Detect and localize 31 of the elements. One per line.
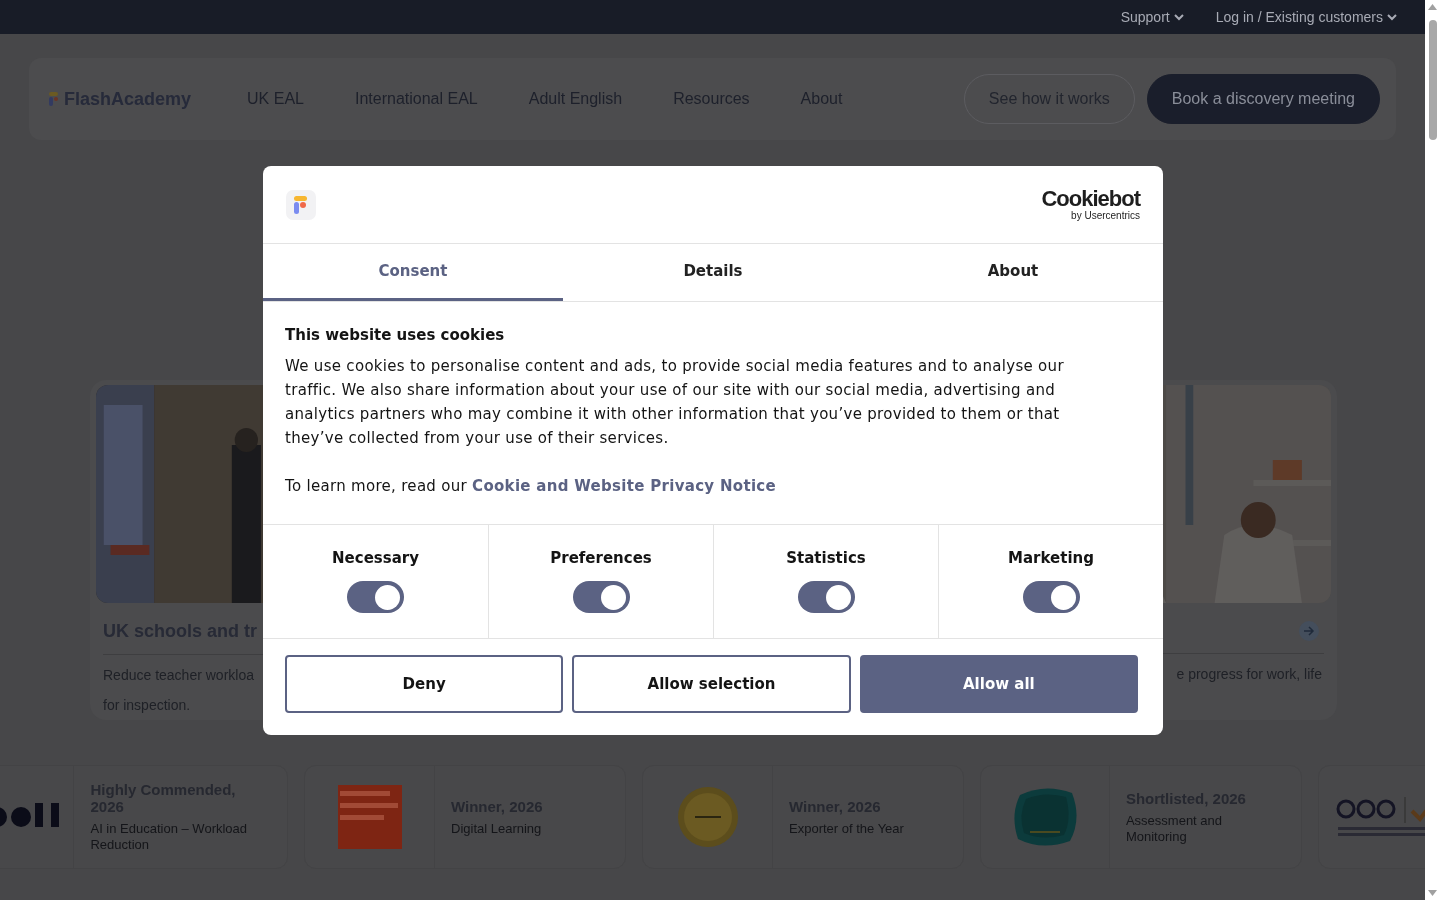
category-label: Statistics xyxy=(786,549,866,567)
top-link[interactable]: Support xyxy=(1120,9,1184,25)
app-logo-icon xyxy=(286,189,316,220)
top-link[interactable]: Log in / Existing customers xyxy=(1215,9,1397,25)
category-toggle[interactable] xyxy=(797,581,855,613)
brand-name: Cookiebot xyxy=(1041,188,1140,210)
award-logo xyxy=(337,785,402,849)
chevron-down-icon xyxy=(1387,13,1397,21)
arrow-right-icon[interactable] xyxy=(1299,621,1319,641)
category-label: Preferences xyxy=(550,549,652,567)
logo-icon xyxy=(49,92,58,106)
category-label: Necessary xyxy=(332,549,419,567)
category-toggle[interactable] xyxy=(572,581,630,613)
privacy-text: To learn more, read our Cookie and Website Privacy Notice xyxy=(285,476,777,497)
scroll-thumb[interactable] xyxy=(1428,20,1437,140)
award-logo xyxy=(676,786,739,848)
privacy-link[interactable]: Cookie and Website Privacy Notice xyxy=(472,477,776,495)
consent-button[interactable]: Allow all xyxy=(859,655,1138,713)
category-label: Marketing xyxy=(1008,549,1094,567)
book-meeting-button[interactable]: Book a discovery meeting xyxy=(1146,74,1380,124)
chevron-down-icon xyxy=(1173,13,1184,21)
scroll-down-icon[interactable] xyxy=(1428,890,1437,896)
consent-button[interactable]: Deny xyxy=(285,655,564,713)
dialog-heading: This website uses cookies xyxy=(285,326,506,344)
scrollbar[interactable] xyxy=(1425,0,1440,900)
consent-button[interactable]: Allow selection xyxy=(572,655,851,713)
dialog-text: We use cookies to personalise content and ads, to provide social media features and to analyse our traffic. We also share information about your use of our site with our social media, advertising and analytics partners who may combine it with other information that you’ve provided to them or that they’ve collected from your use of their services. xyxy=(285,356,1065,449)
category-toggle[interactable] xyxy=(347,581,404,613)
scroll-up-icon[interactable] xyxy=(1428,4,1437,10)
category-toggle[interactable] xyxy=(1022,581,1080,613)
brand-subtitle: by Usercentrics xyxy=(1071,210,1140,221)
